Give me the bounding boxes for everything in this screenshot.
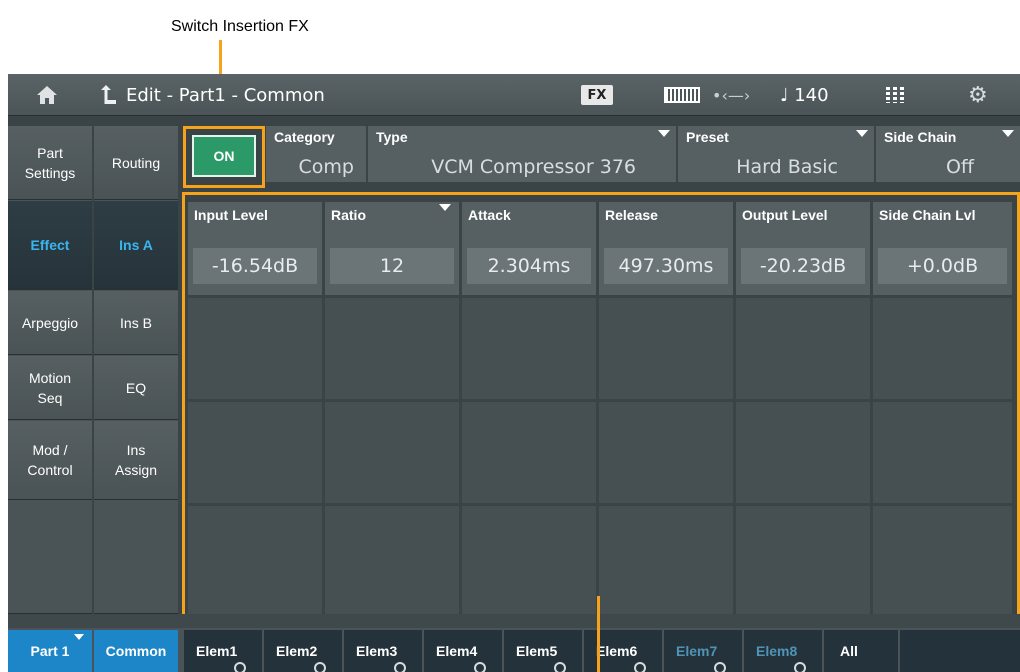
elem2-tab[interactable]: Elem2 (264, 630, 342, 672)
elem-label: Elem5 (516, 643, 558, 659)
elem-switch-icon[interactable] (554, 662, 566, 672)
top-bar: Edit - Part1 - Common FX •‹—› ♩ 140 ⚙ (8, 74, 1020, 116)
nav-empty (8, 501, 92, 614)
elem3-tab[interactable]: Elem3 (344, 630, 422, 672)
preset-value: Hard Basic (736, 156, 838, 178)
elem-switch-icon[interactable] (314, 662, 326, 672)
bottom-fill (900, 630, 1020, 672)
effect-panel: ON Category Comp Type VCM Compressor 376… (182, 126, 1020, 646)
nav-arpeggio[interactable]: Arpeggio (8, 291, 92, 355)
bottom-bar: Part 1 Common Elem1 Elem2 Elem3 Elem4 El… (8, 614, 1020, 672)
type-label: Type (376, 129, 408, 145)
preset-label: Preset (686, 129, 729, 145)
elem5-tab[interactable]: Elem5 (504, 630, 582, 672)
callout-line-bottom (597, 596, 600, 672)
all-elements-tab[interactable]: All (824, 630, 898, 672)
nav-ins-b[interactable]: Ins B (94, 291, 178, 355)
nav-ins-assign[interactable]: Ins Assign (94, 421, 178, 500)
home-icon[interactable] (34, 74, 60, 116)
part-dropdown-icon (74, 634, 84, 640)
elem7-tab[interactable]: Elem7 (664, 630, 742, 672)
elem-label: Elem2 (276, 643, 318, 659)
nav-part-settings[interactable]: Part Settings (8, 126, 92, 200)
left-nav-primary: Part Settings Effect Arpeggio Motion Seq M… (8, 126, 92, 614)
nav-empty-2 (94, 501, 178, 614)
elem-label: Elem4 (436, 643, 478, 659)
type-selector[interactable]: Type VCM Compressor 376 (368, 126, 676, 182)
synth-screen: Edit - Part1 - Common FX •‹—› ♩ 140 ⚙ Pa… (8, 74, 1020, 672)
category-value: Comp (298, 156, 354, 178)
keyboard-icon (664, 74, 708, 116)
side-chain-selector[interactable]: Side Chain Off (876, 126, 1020, 182)
part-tab[interactable]: Part 1 (8, 630, 92, 672)
elem6-tab[interactable]: Elem6 (584, 630, 662, 672)
grid-icon[interactable] (886, 74, 916, 116)
elem-switch-icon[interactable] (394, 662, 406, 672)
insertion-fx-switch[interactable]: ON (192, 135, 256, 177)
elem4-tab[interactable]: Elem4 (424, 630, 502, 672)
page-title: Edit - Part1 - Common (126, 84, 325, 106)
nav-routing[interactable]: Routing (94, 126, 178, 200)
nav-motion-seq[interactable]: Motion Seq (8, 356, 92, 420)
elem-switch-icon[interactable] (234, 662, 246, 672)
usb-icon: •‹—› (712, 85, 751, 105)
gear-icon[interactable]: ⚙ (968, 74, 998, 116)
preset-dropdown-icon (856, 130, 868, 137)
elem-label: Elem6 (596, 643, 638, 659)
preset-selector[interactable]: Preset Hard Basic (678, 126, 874, 182)
bottom-strip (8, 614, 1020, 628)
elem-switch-icon[interactable] (794, 662, 806, 672)
elem8-tab[interactable]: Elem8 (744, 630, 822, 672)
back-arrow-icon[interactable] (94, 74, 120, 116)
nav-effect[interactable]: Effect (8, 201, 92, 290)
part-tab-label: Part 1 (30, 643, 70, 659)
parameter-highlight-frame (182, 192, 1020, 644)
tempo-display[interactable]: ♩ 140 (780, 74, 870, 116)
elem-label: Elem8 (756, 643, 798, 659)
elem-switch-icon[interactable] (474, 662, 486, 672)
elem1-tab[interactable]: Elem1 (184, 630, 262, 672)
elem-label: Elem7 (676, 643, 718, 659)
callout-label: Switch Insertion FX (171, 18, 309, 35)
side-chain-dropdown-icon (1002, 130, 1014, 137)
elem-switch-icon[interactable] (634, 662, 646, 672)
left-nav-secondary: Routing Ins A Ins B EQ Ins Assign (94, 126, 178, 614)
category-selector[interactable]: Category Comp (266, 126, 366, 182)
side-chain-label: Side Chain (884, 129, 957, 145)
type-value: VCM Compressor 376 (431, 156, 636, 178)
elem-label: Elem1 (196, 643, 238, 659)
elem-switch-icon[interactable] (714, 662, 726, 672)
elem-label: Elem3 (356, 643, 398, 659)
nav-eq[interactable]: EQ (94, 356, 178, 420)
switch-highlight: ON (183, 126, 265, 188)
common-tab[interactable]: Common (94, 630, 178, 672)
nav-mod-control[interactable]: Mod / Control (8, 421, 92, 500)
side-chain-value: Off (945, 156, 974, 178)
fx-badge: FX (581, 85, 613, 105)
type-dropdown-icon (658, 130, 670, 137)
nav-ins-a[interactable]: Ins A (94, 201, 178, 290)
category-label: Category (274, 129, 335, 145)
